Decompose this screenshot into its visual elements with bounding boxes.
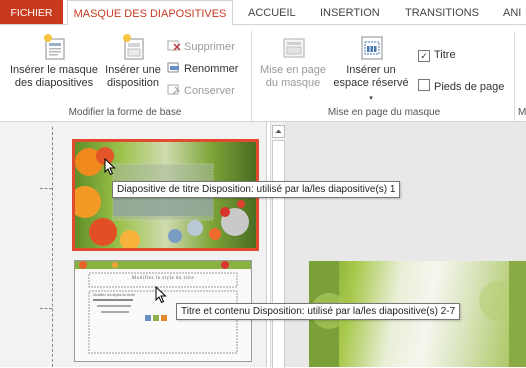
thumbnail-title-text: Modifiez le style du titre <box>131 276 195 281</box>
footers-checkbox-label: Pieds de page <box>434 81 505 93</box>
tooltip-title-content: Titre et contenu Disposition: utilisé pa… <box>176 303 461 320</box>
insert-slide-master-label-2: des diapositives <box>14 77 94 89</box>
scroll-up-button[interactable] <box>272 125 285 138</box>
scroll-thumb[interactable] <box>272 140 285 368</box>
insert-slide-master-label-1: Insérer le masque <box>9 64 99 76</box>
group-separator-2 <box>514 31 515 121</box>
ribbon: Insérer le masque des diapositives Insér… <box>0 25 526 122</box>
rename-icon <box>167 62 181 74</box>
master-layout-label-2: du masque <box>265 77 321 89</box>
master-layout-button[interactable]: Mise en page du masque <box>256 33 330 90</box>
slide-editing-area[interactable] <box>285 122 526 367</box>
group-separator <box>251 31 252 121</box>
footers-checkbox[interactable]: Pieds de page <box>418 79 504 93</box>
preserve-button[interactable]: Conserver <box>167 84 235 97</box>
insert-placeholder-label-1: Insérer un <box>346 64 396 76</box>
title-checkbox[interactable]: ✓ Titre <box>418 49 456 62</box>
insert-layout-label-1: Insérer une <box>105 64 161 76</box>
ribbon-tab-bar: FICHIER MASQUE DES DIAPOSITIVES ACCUEIL … <box>0 0 526 26</box>
group-label-partial: M <box>518 107 526 118</box>
tab-transitions[interactable]: TRANSITIONS <box>405 0 479 24</box>
insert-placeholder-icon <box>359 33 383 60</box>
tab-file[interactable]: FICHIER <box>0 0 63 24</box>
group-label-master-layout: Mise en page du masque <box>327 107 441 118</box>
footers-checkbox-box[interactable] <box>418 79 430 91</box>
tab-slide-master[interactable]: MASQUE DES DIAPOSITIVES <box>67 0 233 26</box>
delete-icon <box>167 40 181 52</box>
group-label-edit-master: Modifier la forme de base <box>68 107 182 118</box>
insert-placeholder-label-text: espace réservé <box>333 77 409 89</box>
mouse-cursor-icon <box>104 157 116 179</box>
master-layout-icon <box>281 33 305 59</box>
insert-slide-master-button[interactable]: Insérer le masque des diapositives <box>8 33 100 90</box>
rename-button[interactable]: Renommer <box>167 62 238 75</box>
master-connector-line <box>52 127 53 367</box>
tab-animations[interactable]: ANI <box>503 0 521 24</box>
insert-layout-icon <box>121 33 145 60</box>
master-layout-label-1: Mise en page <box>259 64 327 76</box>
thumbnail-scrollbar[interactable] <box>270 122 286 368</box>
tab-home[interactable]: ACCUEIL <box>248 0 296 24</box>
rename-label: Renommer <box>184 63 239 75</box>
title-checkbox-box[interactable]: ✓ <box>418 50 430 62</box>
dropdown-arrow-icon: ▾ <box>369 95 373 102</box>
tooltip-title-slide: Diapositive de titre Disposition: utilis… <box>112 181 401 198</box>
mouse-cursor-icon-2 <box>155 285 167 307</box>
delete-label: Supprimer <box>184 41 235 53</box>
title-checkbox-label: Titre <box>434 49 456 61</box>
thumbnail-bullet-text: Modifiez les styles du texte <box>93 293 135 297</box>
preserve-label: Conserver <box>184 85 235 97</box>
tab-insert[interactable]: INSERTION <box>320 0 380 24</box>
connector-branch-1 <box>40 188 52 189</box>
insert-placeholder-label-2: espace réservé ▾ <box>331 77 411 105</box>
pin-icon <box>167 84 181 96</box>
insert-layout-label-2: disposition <box>107 77 159 89</box>
insert-slide-master-icon <box>42 33 66 60</box>
connector-branch-2 <box>40 308 52 309</box>
delete-button[interactable]: Supprimer <box>167 40 235 53</box>
insert-placeholder-button[interactable]: Insérer un espace réservé ▾ <box>331 33 411 105</box>
insert-layout-button[interactable]: Insérer une disposition <box>102 33 164 90</box>
